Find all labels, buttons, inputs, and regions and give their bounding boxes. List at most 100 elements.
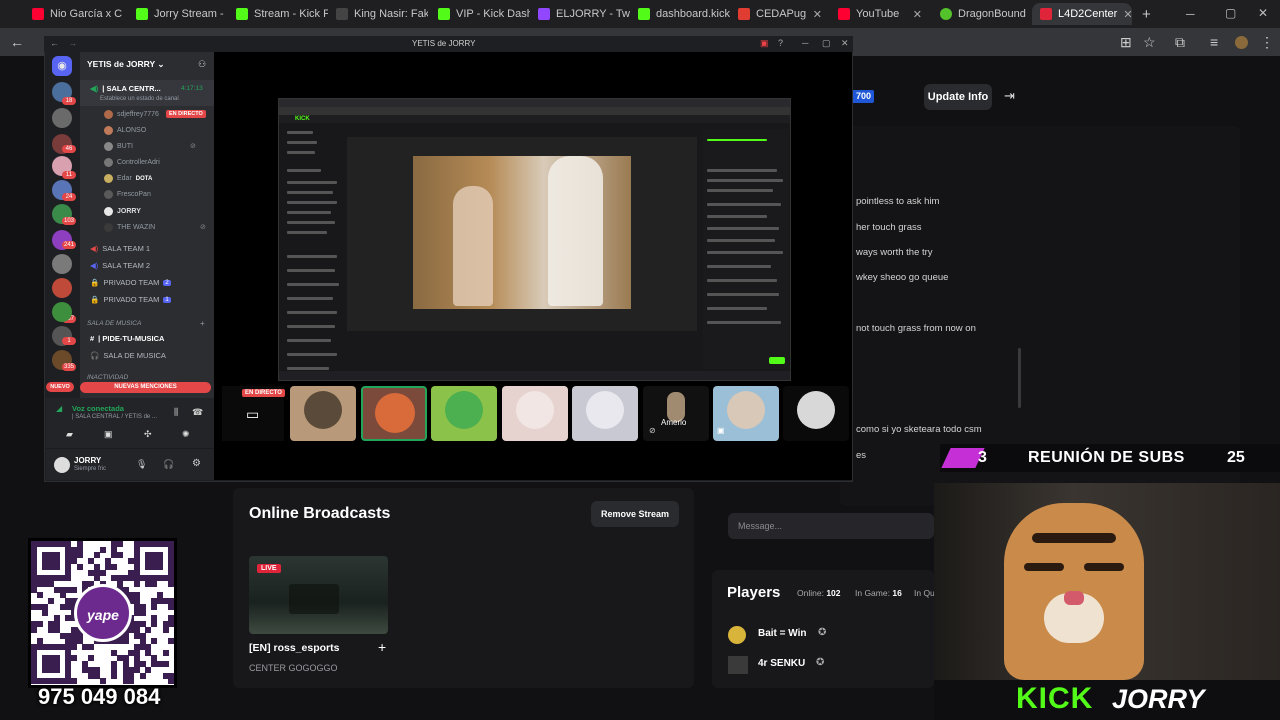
maximize-icon[interactable]: ▢ (1225, 6, 1236, 20)
camera-off-icon[interactable]: ▰ (66, 429, 73, 440)
category-header[interactable]: SALA DE MUSICA (87, 320, 141, 327)
headphones-icon[interactable]: 🎧 (163, 459, 174, 470)
profile-avatar[interactable] (1235, 36, 1248, 49)
voice-channel[interactable]: 🔒 PRIVADO TEAM 1 (90, 295, 171, 304)
channel-name: JORRY (1112, 684, 1205, 714)
browser-tab[interactable]: DragonBound✕ (932, 3, 1032, 25)
close-icon[interactable]: ✕ (1123, 8, 1132, 21)
screen-share-icon[interactable]: ▣ (104, 429, 113, 440)
voice-user-name[interactable]: ALONSO (117, 127, 146, 134)
back-icon[interactable]: ← (50, 38, 59, 48)
forward-icon[interactable]: → (68, 38, 77, 48)
player-name[interactable]: Bait = Win (758, 628, 807, 639)
player-avatar (728, 626, 746, 644)
participant-tile[interactable] (572, 386, 638, 441)
voice-channel[interactable]: 🔒 PRIVADO TEAM 2 (90, 278, 171, 287)
browser-tab[interactable]: CEDAPug ✕ (730, 3, 830, 25)
add-channel-icon[interactable]: + (200, 319, 205, 328)
qr-module (133, 581, 140, 588)
close-window-icon[interactable]: ✕ (1258, 6, 1268, 20)
maximize-icon[interactable]: ▢ (822, 38, 831, 49)
message-input[interactable]: Message... (728, 513, 934, 539)
settings-gear-icon[interactable]: ⚙ (192, 458, 201, 469)
text-channel[interactable]: # | PIDE-TU-MUSICA (90, 334, 164, 343)
browser-tab[interactable]: King Nasir: Fak✕ (328, 3, 428, 25)
category-header[interactable]: INACTIVIDAD (87, 374, 128, 381)
username[interactable]: JORRY (74, 456, 101, 465)
update-info-button[interactable]: Update Info (924, 84, 992, 110)
player-name[interactable]: 4r SENKU (758, 658, 805, 669)
activities-icon[interactable]: ✣ (144, 429, 152, 440)
add-member-icon[interactable]: ⚇ (198, 59, 206, 70)
server-name[interactable]: YETIS de JORRY ⌄ (87, 59, 165, 70)
browser-tab[interactable]: ELJORRY - Twit✕ (530, 3, 630, 25)
server-icon[interactable] (52, 302, 72, 322)
browser-tab[interactable]: dashboard.kick✕ (630, 3, 730, 25)
qr-module (162, 626, 169, 633)
browser-tab[interactable]: YouTube ✕ (830, 3, 930, 25)
channel-list: YETIS de JORRY ⌄ ⚇ ◀) | SALA CENTR... 4:1… (80, 52, 214, 398)
microphone-icon[interactable]: 🎙 (136, 459, 147, 470)
remove-stream-button[interactable]: Remove Stream (591, 501, 679, 527)
disconnect-icon[interactable]: ☎ (192, 407, 203, 418)
avatar[interactable] (54, 457, 70, 473)
plus-icon[interactable]: + (378, 639, 386, 655)
broadcast-thumbnail[interactable]: LIVE (249, 556, 388, 634)
inner-chat (703, 129, 789, 369)
noise-suppression-icon[interactable]: ⫼ (174, 407, 178, 418)
extensions-icon[interactable]: ⧉ (1175, 34, 1185, 51)
avatar (104, 190, 113, 199)
translate-icon[interactable]: ⊞ (1120, 34, 1132, 51)
minimize-icon[interactable]: ─ (802, 38, 808, 48)
help-icon[interactable]: ? (778, 38, 783, 48)
voice-channel[interactable]: 🎧 SALA DE MUSICA (90, 351, 166, 360)
user-panel: JORRY Siempre fric 🎙 🎧 ⚙ (46, 448, 214, 480)
participant-tile[interactable]: ▣ (713, 386, 779, 441)
new-badge[interactable]: NUEVO (46, 382, 74, 392)
participant-tile[interactable] (431, 386, 497, 441)
voice-user-name[interactable]: ControllerAdri (117, 159, 160, 166)
voice-user-name[interactable]: BUTI (117, 143, 133, 150)
browser-tab[interactable]: VIP - Kick Dash✕ (430, 3, 530, 25)
close-icon[interactable]: ✕ (841, 38, 849, 49)
menu-icon[interactable]: ⋮ (1260, 34, 1274, 51)
reading-list-icon[interactable]: ≡ (1210, 34, 1218, 50)
inbox-icon[interactable]: ▣ (760, 38, 769, 49)
voice-channel[interactable]: ◀) SALA TEAM 1 (90, 244, 150, 253)
back-icon[interactable]: ← (10, 34, 24, 50)
kick-logo: KICK (1016, 682, 1094, 715)
screen-share-view[interactable]: KICK (278, 98, 791, 381)
voice-user-name[interactable]: FrescoPan (117, 191, 151, 198)
browser-tab[interactable]: Stream - Kick F✕ (228, 3, 328, 25)
voice-channel[interactable]: ◀) SALA TEAM 2 (90, 261, 150, 270)
close-icon[interactable]: ✕ (813, 8, 822, 21)
new-tab-button[interactable]: + (1134, 3, 1154, 25)
new-mentions-bar[interactable]: NUEVAS MENCIONES (80, 382, 211, 393)
participant-tile[interactable] (502, 386, 568, 441)
participant-tile-speaking[interactable] (361, 386, 427, 441)
voice-user-name[interactable]: sdjeffrey7776 (117, 111, 159, 118)
server-icon[interactable] (52, 108, 72, 128)
soundboard-icon[interactable]: ✺ (182, 429, 190, 440)
stream-tile[interactable]: EN DIRECTO ▭ (222, 386, 285, 441)
chat-scrollbar[interactable] (1018, 348, 1021, 408)
bookmark-star-icon[interactable]: ☆ (1143, 34, 1156, 51)
discord-home-icon[interactable]: ◉ (52, 56, 72, 76)
logout-icon[interactable]: ⇥ (1004, 88, 1015, 104)
minimize-icon[interactable]: ─ (1186, 7, 1195, 21)
broadcast-title[interactable]: [EN] ross_esports (249, 642, 339, 654)
participant-tile[interactable]: Amerio ⊘ (643, 386, 709, 441)
channel-status[interactable]: Establece un estado de canal (100, 96, 179, 102)
browser-tab[interactable]: Jorry Stream -✕ (128, 3, 228, 25)
voice-user-name[interactable]: Edar (117, 175, 132, 182)
voice-user-name[interactable]: THE WAZIN (117, 224, 155, 231)
participant-tile[interactable] (290, 386, 356, 441)
browser-tab-active[interactable]: L4D2Center ✕ (1032, 3, 1132, 25)
participant-tile[interactable] (783, 386, 849, 441)
close-icon[interactable]: ✕ (913, 8, 922, 21)
voice-user-name[interactable]: JORRY (117, 208, 141, 215)
server-icon[interactable] (52, 254, 72, 274)
browser-tab[interactable]: Nio García x C✕ (24, 3, 124, 25)
voice-connected-label[interactable]: Voz conectada (72, 404, 124, 413)
server-icon[interactable] (52, 278, 72, 298)
